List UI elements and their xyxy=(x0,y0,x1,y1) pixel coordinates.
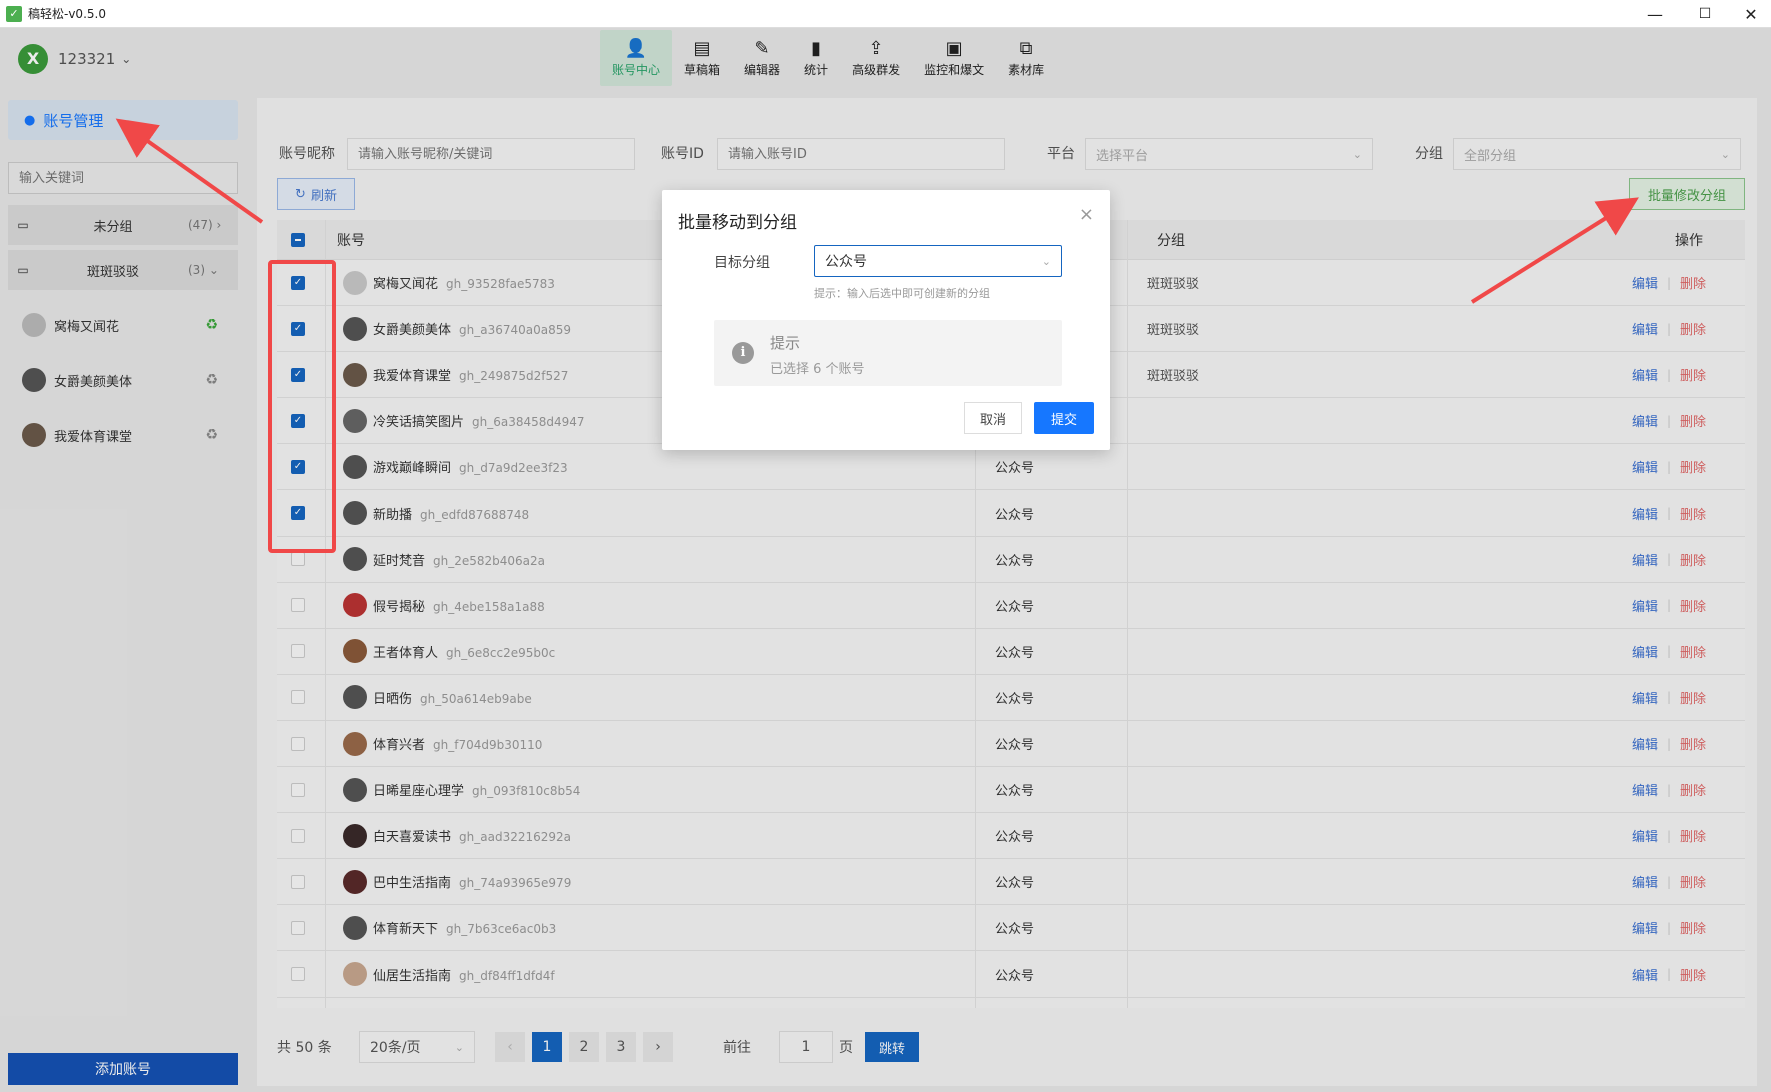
target-group-hint: 提示：输入后选中即可创建新的分组 xyxy=(814,287,990,300)
batch-move-dialog: 批量移动到分组 × 目标分组 公众号 ⌄ 提示：输入后选中即可创建新的分组 i … xyxy=(662,190,1110,450)
maximize-button[interactable]: ☐ xyxy=(1682,0,1728,28)
title-bar: ✓ 稿轻松-v0.5.0 — ☐ ✕ xyxy=(0,0,1771,28)
minimize-button[interactable]: — xyxy=(1632,0,1678,28)
target-group-select[interactable]: 公众号 ⌄ xyxy=(814,245,1062,277)
target-group-label: 目标分组 xyxy=(714,255,770,271)
info-alert: i 提示 已选择 6 个账号 xyxy=(714,320,1062,386)
modal-overlay xyxy=(0,28,1771,1092)
submit-button[interactable]: 提交 xyxy=(1034,402,1094,434)
close-icon[interactable]: × xyxy=(1079,204,1094,225)
info-text: 已选择 6 个账号 xyxy=(770,362,865,377)
dialog-title: 批量移动到分组 xyxy=(678,213,797,233)
target-group-value: 公众号 xyxy=(825,254,867,270)
chevron-down-icon: ⌄ xyxy=(1041,254,1051,268)
info-title: 提示 xyxy=(770,334,801,352)
close-window-button[interactable]: ✕ xyxy=(1728,0,1771,28)
app-logo-icon: ✓ xyxy=(6,5,22,22)
info-icon: i xyxy=(732,342,754,364)
cancel-button[interactable]: 取消 xyxy=(964,402,1022,434)
window-title: 稿轻松-v0.5.0 xyxy=(28,7,106,21)
